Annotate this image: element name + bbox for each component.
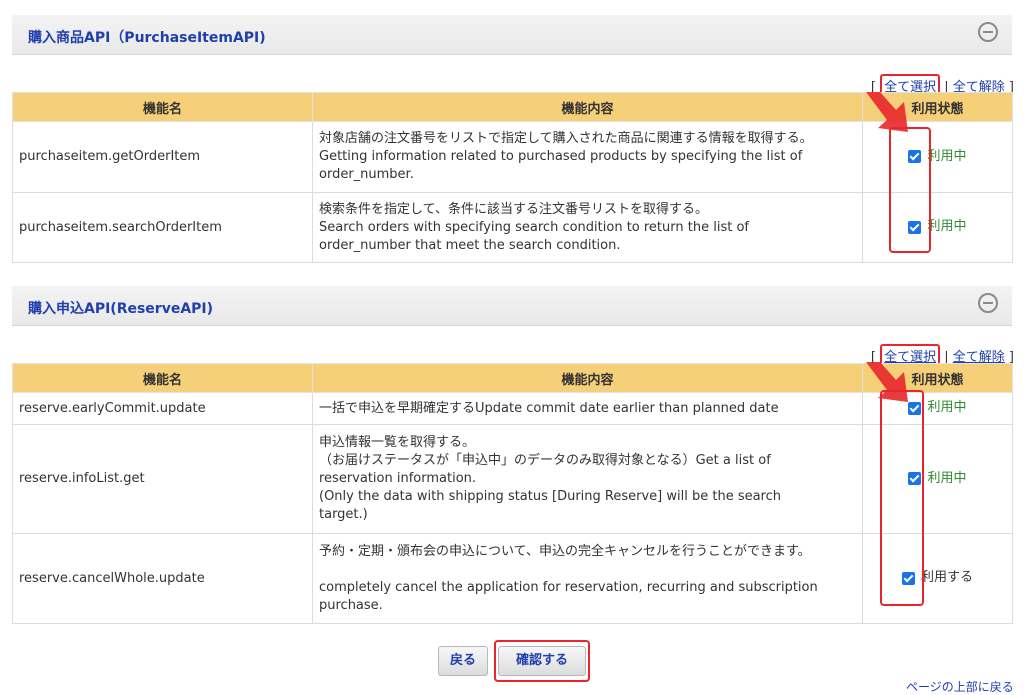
function-desc: 検索条件を指定して、条件に該当する注文番号リストを取得する。 Search or… bbox=[312, 192, 863, 263]
status-label: 利用する bbox=[920, 570, 973, 586]
status-label: 利用中 bbox=[927, 470, 967, 486]
function-desc: 申込情報一覧を取得する。 （お届けステータスが「申込中」のデータのみ取得対象とな… bbox=[312, 424, 863, 534]
table-row: purchaseitem.searchOrderItem 検索条件を指定して、条… bbox=[12, 192, 1013, 263]
annotation-highlight-box bbox=[880, 390, 924, 606]
column-header-desc: 機能内容 bbox=[312, 92, 863, 122]
function-desc: 対象店舗の注文番号をリストで指定して購入された商品に関連する情報を取得する。 G… bbox=[312, 121, 863, 193]
function-name: reserve.cancelWhole.update bbox=[12, 533, 313, 624]
section-header-purchaseitem: 購入商品API（PurchaseItemAPI) bbox=[12, 15, 1012, 55]
status-label: 利用中 bbox=[927, 400, 967, 416]
function-name: purchaseitem.getOrderItem bbox=[12, 121, 313, 193]
status-cell: 利用中 bbox=[862, 192, 1013, 263]
annotation-highlight-box bbox=[494, 640, 590, 682]
function-name: reserve.infoList.get bbox=[12, 424, 313, 534]
status-label: 利用中 bbox=[927, 148, 967, 164]
annotation-highlight-box bbox=[889, 127, 931, 253]
table-row: reserve.infoList.get 申込情報一覧を取得する。 （お届けステ… bbox=[12, 424, 1013, 534]
column-header-desc: 機能内容 bbox=[312, 363, 863, 393]
function-desc: 予約・定期・頒布会の申込について、申込の完全キャンセルを行うことができます。 c… bbox=[312, 533, 863, 624]
collapse-icon[interactable] bbox=[978, 22, 998, 42]
function-name: reserve.earlyCommit.update bbox=[12, 392, 313, 425]
column-header-name: 機能名 bbox=[12, 363, 313, 393]
table-row: reserve.cancelWhole.update 予約・定期・頒布会の申込に… bbox=[12, 533, 1013, 624]
page-top-link[interactable]: ページの上部に戻る bbox=[906, 678, 1014, 695]
collapse-icon[interactable] bbox=[978, 293, 998, 313]
status-label: 利用中 bbox=[927, 219, 967, 235]
section-header-reserve: 購入申込API(ReserveAPI) bbox=[12, 286, 1012, 326]
function-desc: 一括で申込を早期確定するUpdate commit date earlier t… bbox=[312, 392, 863, 425]
section-title: 購入申込API(ReserveAPI) bbox=[28, 301, 214, 317]
back-button[interactable]: 戻る bbox=[438, 646, 488, 676]
function-name: purchaseitem.searchOrderItem bbox=[12, 192, 313, 263]
section-title: 購入商品API（PurchaseItemAPI) bbox=[28, 30, 266, 46]
column-header-name: 機能名 bbox=[12, 92, 313, 122]
